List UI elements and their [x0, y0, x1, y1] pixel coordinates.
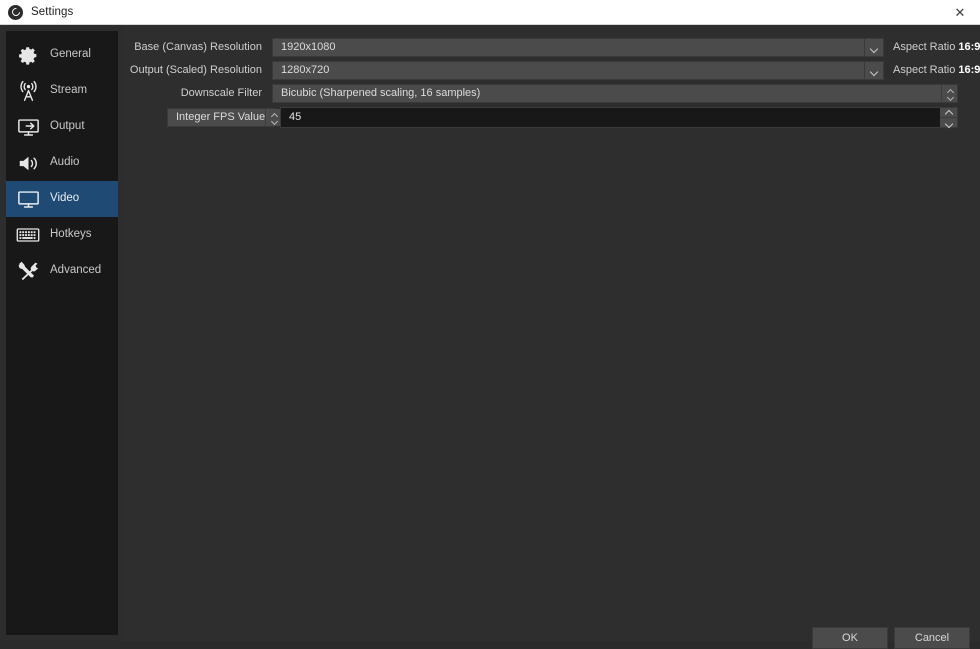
gear-icon — [15, 43, 41, 67]
window-body: General Stream Output Audio Video Hotkey… — [0, 25, 980, 649]
base-resolution-label: Base (Canvas) Resolution — [134, 41, 262, 53]
fps-value: 45 — [289, 111, 302, 123]
base-aspect-ratio-value: 16:9 — [958, 41, 980, 53]
output-resolution-combobox[interactable]: 1280x720 — [272, 61, 884, 80]
settings-nav-list: General Stream Output Audio Video Hotkey… — [6, 31, 118, 635]
sidebar-item-audio[interactable]: Audio — [6, 145, 118, 181]
downscale-filter-row: Downscale Filter Bicubic (Sharpened scal… — [124, 83, 980, 104]
spinner-up-icon[interactable] — [947, 90, 953, 93]
sidebar-item-video[interactable]: Video — [6, 181, 118, 217]
fps-value-spinbox[interactable]: 45 — [280, 107, 958, 128]
spinner-down-icon[interactable] — [271, 119, 277, 122]
sidebar-item-label: General — [50, 48, 91, 61]
sidebar-item-stream[interactable]: Stream — [6, 73, 118, 109]
monitor-icon — [15, 187, 41, 211]
close-icon[interactable]: ✕ — [940, 0, 980, 24]
cancel-button[interactable]: Cancel — [894, 627, 970, 649]
settings-window: Settings ✕ General Stream Output Audio V… — [0, 0, 980, 649]
fps-type-combobox[interactable]: Integer FPS Value — [167, 108, 282, 127]
sidebar-item-label: Output — [50, 120, 85, 133]
output-resolution-label: Output (Scaled) Resolution — [129, 64, 262, 76]
title-bar: Settings ✕ — [0, 0, 980, 25]
output-aspect-ratio-value: 16:9 — [958, 64, 980, 76]
obs-logo-icon — [8, 4, 23, 20]
sidebar-item-output[interactable]: Output — [6, 109, 118, 145]
sidebar-item-general[interactable]: General — [6, 37, 118, 73]
downscale-filter-label: Downscale Filter — [180, 87, 262, 99]
window-title: Settings — [31, 6, 74, 18]
output-monitor-icon — [15, 115, 41, 139]
base-aspect-ratio-label: Aspect Ratio — [893, 41, 956, 53]
sidebar-container: General Stream Output Audio Video Hotkey… — [0, 25, 124, 641]
sidebar-item-label: Advanced — [50, 264, 102, 277]
downscale-filter-spinner[interactable] — [941, 85, 957, 102]
base-resolution-row: Base (Canvas) Resolution 1920x1080 Aspec… — [124, 37, 980, 58]
spinner-down-icon[interactable] — [947, 95, 953, 98]
chevron-down-icon[interactable] — [864, 39, 883, 56]
broadcast-icon — [15, 79, 41, 103]
tools-icon — [15, 259, 41, 283]
video-settings-panel: Base (Canvas) Resolution 1920x1080 Aspec… — [124, 25, 980, 649]
downscale-filter-value: Bicubic (Sharpened scaling, 16 samples) — [281, 87, 481, 99]
fps-row: Integer FPS Value 45 — [124, 106, 980, 129]
fps-increment-button[interactable] — [940, 108, 957, 117]
sidebar-item-label: Hotkeys — [50, 228, 92, 241]
sidebar-item-label: Stream — [50, 84, 88, 97]
fps-decrement-button[interactable] — [940, 117, 957, 127]
sidebar-item-hotkeys[interactable]: Hotkeys — [6, 217, 118, 253]
output-resolution-row: Output (Scaled) Resolution 1280x720 Aspe… — [124, 60, 980, 81]
keyboard-icon — [15, 223, 41, 247]
fps-value-stepper[interactable] — [940, 108, 957, 127]
base-resolution-combobox[interactable]: 1920x1080 — [272, 38, 884, 57]
output-aspect-ratio: Aspect Ratio 16:9 — [884, 60, 980, 81]
dialog-buttons: OK Cancel — [812, 627, 970, 649]
sidebar-item-advanced[interactable]: Advanced — [6, 253, 118, 289]
fps-type-value: Integer FPS Value — [176, 111, 266, 123]
sidebar-item-label: Video — [50, 192, 80, 205]
base-aspect-ratio: Aspect Ratio 16:9 — [884, 37, 980, 58]
fps-type-spinner[interactable] — [265, 109, 282, 126]
chevron-down-icon[interactable] — [864, 62, 883, 79]
output-aspect-ratio-label: Aspect Ratio — [893, 64, 956, 76]
output-resolution-value: 1280x720 — [281, 64, 330, 76]
downscale-filter-combobox[interactable]: Bicubic (Sharpened scaling, 16 samples) — [272, 84, 958, 103]
base-resolution-value: 1920x1080 — [281, 41, 336, 53]
speaker-icon — [15, 151, 41, 175]
spinner-up-icon[interactable] — [271, 114, 277, 117]
ok-button[interactable]: OK — [812, 627, 888, 649]
sidebar-item-label: Audio — [50, 156, 80, 169]
